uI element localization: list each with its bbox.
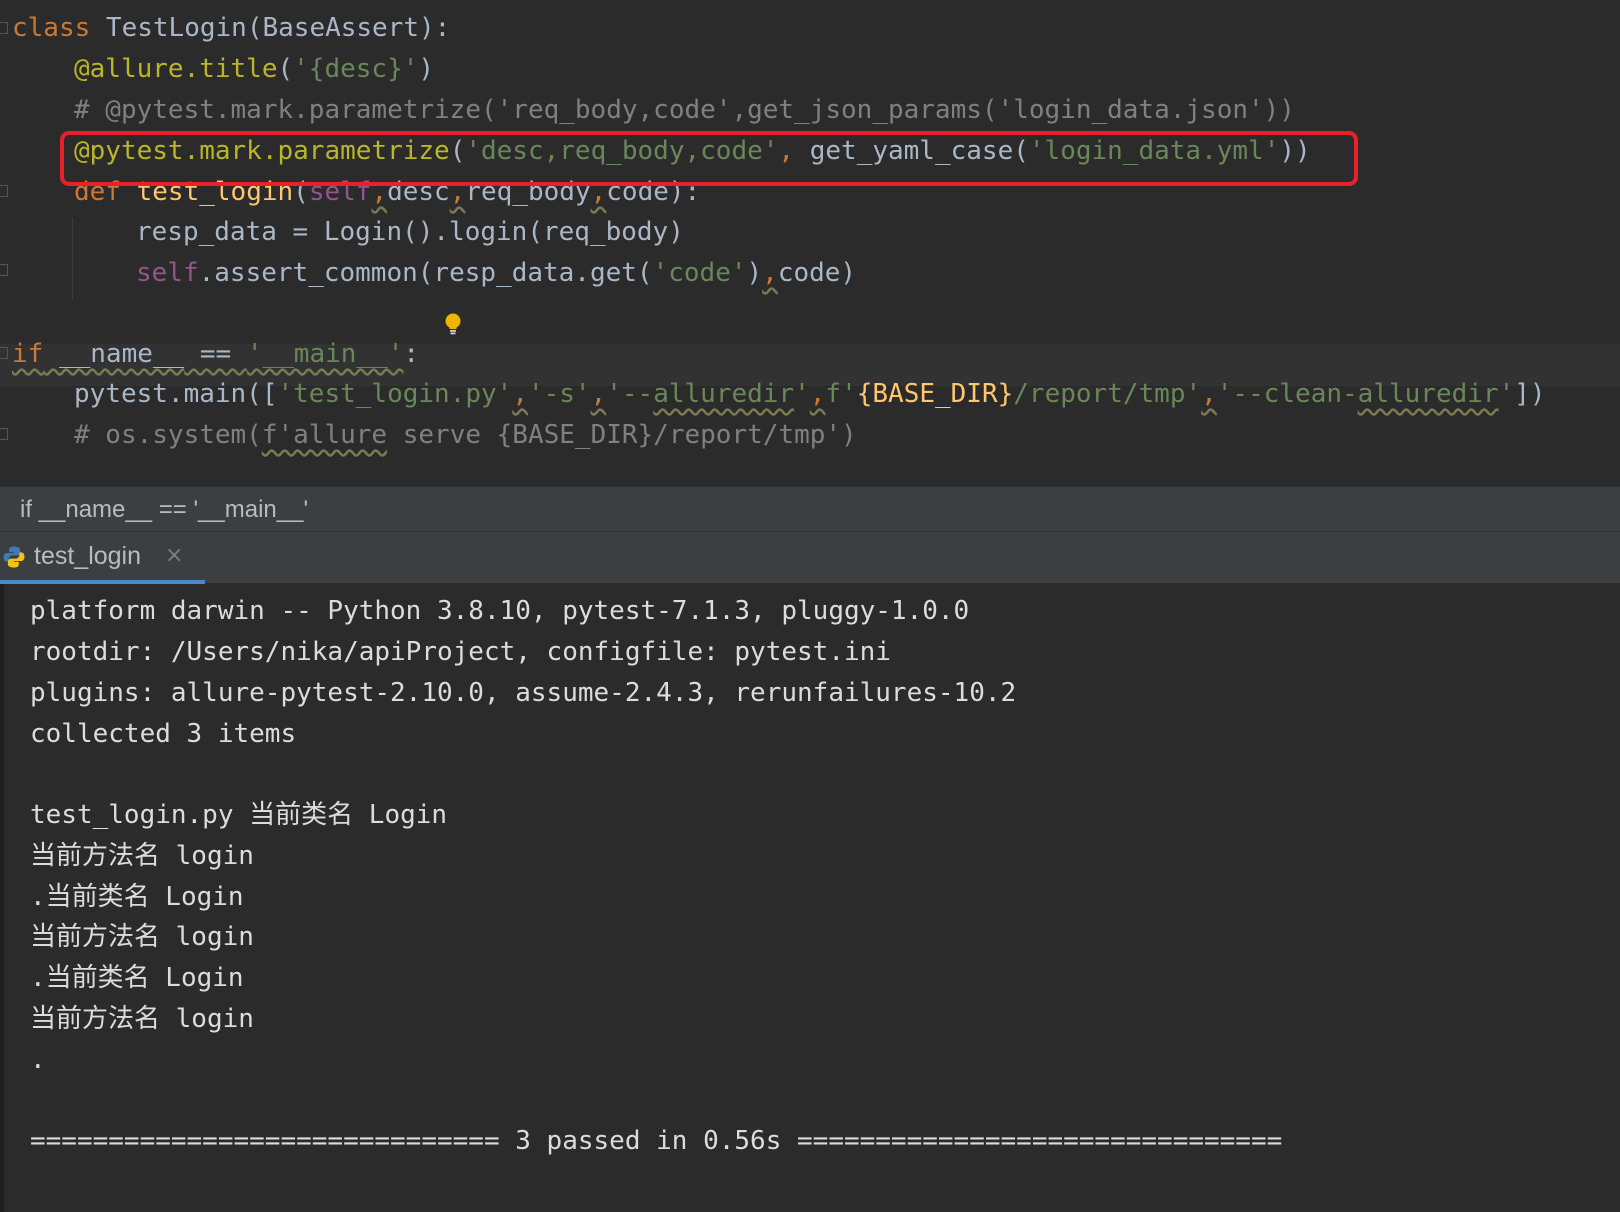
decorator: @allure.title xyxy=(74,54,278,84)
code-text: : xyxy=(403,339,420,369)
self-keyword: self xyxy=(136,258,199,288)
console-line: .当前类名 Login xyxy=(30,882,244,912)
code-line-1[interactable]: class TestLogin(BaseAssert): xyxy=(12,7,450,49)
string: f' xyxy=(825,379,857,409)
code-text: .assert_common(resp_data.get( xyxy=(198,258,653,288)
console-line: 当前方法名 login xyxy=(30,922,254,952)
fold-marker-icon[interactable] xyxy=(0,22,8,34)
code-line-11-comment[interactable]: # os.system(f'allure serve {BASE_DIR}/re… xyxy=(74,414,857,456)
console-line: . xyxy=(30,1045,46,1075)
comma: , xyxy=(809,379,826,409)
comment: # os.system( xyxy=(74,420,262,450)
keyword: if xyxy=(12,339,44,369)
string: 'test_login.py' xyxy=(277,379,513,409)
code-text: ) xyxy=(746,258,763,288)
code-line-10[interactable]: pytest.main(['test_login.py','-s','--all… xyxy=(74,373,1546,415)
class-name: TestLogin xyxy=(90,13,247,43)
code-text: ) xyxy=(418,54,435,84)
tab-test-login[interactable]: test_login × xyxy=(0,532,205,584)
code-text: ]) xyxy=(1514,379,1546,409)
code-editor[interactable]: class TestLogin(BaseAssert): @allure.tit… xyxy=(0,0,1620,486)
string: '--clean- xyxy=(1216,379,1358,409)
tab-label: test_login xyxy=(34,542,142,570)
run-tool-window-tabs: test_login × xyxy=(0,532,1620,584)
fold-marker-icon[interactable] xyxy=(0,347,8,359)
keyword: class xyxy=(12,13,91,43)
console-line: collected 3 items xyxy=(30,719,297,749)
fold-marker-icon[interactable] xyxy=(0,185,8,197)
console-line: test_login.py 当前类名 Login xyxy=(30,800,448,830)
console-output[interactable]: platform darwin -- Python 3.8.10, pytest… xyxy=(0,584,1620,1212)
code-text: pytest.main([ xyxy=(74,379,278,409)
comma: , xyxy=(590,379,607,409)
string: ' xyxy=(794,379,810,409)
string: '{desc}' xyxy=(293,54,419,84)
comment: f'allure xyxy=(261,420,388,450)
console-line: 当前方法名 login xyxy=(30,841,254,871)
console-line: .当前类名 Login xyxy=(30,963,244,993)
code-text: ( xyxy=(277,54,294,84)
comma: , xyxy=(1201,379,1217,409)
code-text: code) xyxy=(777,258,857,288)
code-line-3-comment[interactable]: # @pytest.mark.parametrize('req_body,cod… xyxy=(74,89,1295,131)
red-highlight-box xyxy=(60,131,1358,186)
comment: serve {BASE_DIR}/report/tmp') xyxy=(387,420,857,450)
fold-marker-icon[interactable] xyxy=(0,428,8,440)
fold-marker-icon[interactable] xyxy=(0,264,8,276)
lightbulb-icon[interactable] xyxy=(444,313,462,335)
string: '-- xyxy=(606,379,654,409)
comma: , xyxy=(762,258,778,288)
console-line: rootdir: /Users/nika/apiProject, configf… xyxy=(30,637,891,667)
console-line: platform darwin -- Python 3.8.10, pytest… xyxy=(30,596,970,626)
string: '__main__' xyxy=(246,339,404,369)
python-icon xyxy=(3,546,25,568)
string: alluredir xyxy=(653,379,795,409)
string: 'code' xyxy=(652,258,747,288)
string: ' xyxy=(1498,379,1515,409)
code-text: __name__ xyxy=(43,339,185,369)
console-line: 当前方法名 login xyxy=(30,1004,254,1034)
console-line: plugins: allure-pytest-2.10.0, assume-2.… xyxy=(30,678,1017,708)
breadcrumb-item[interactable]: if __name__ == '__main__' xyxy=(20,487,308,533)
code-line-6[interactable]: resp_data = Login().login(req_body) xyxy=(136,211,684,253)
console-summary-line: ============================== 3 passed … xyxy=(30,1126,1283,1156)
breadcrumb[interactable]: if __name__ == '__main__' xyxy=(0,486,1620,532)
comma: , xyxy=(512,379,528,409)
string: /report/tmp' xyxy=(1013,379,1202,409)
code-line-9[interactable]: if __name__ == '__main__': xyxy=(12,333,419,375)
indent-guide xyxy=(72,218,73,300)
code-text: (BaseAssert): xyxy=(246,13,451,43)
code-text: == xyxy=(184,339,247,369)
code-line-2[interactable]: @allure.title('{desc}') xyxy=(74,48,434,90)
string: alluredir xyxy=(1357,379,1499,409)
string: '-s' xyxy=(527,379,591,409)
code-line-7[interactable]: self.assert_common(resp_data.get('code')… xyxy=(136,252,856,294)
fstring-expr: {BASE_DIR} xyxy=(856,379,1014,409)
close-icon[interactable]: × xyxy=(165,532,183,580)
